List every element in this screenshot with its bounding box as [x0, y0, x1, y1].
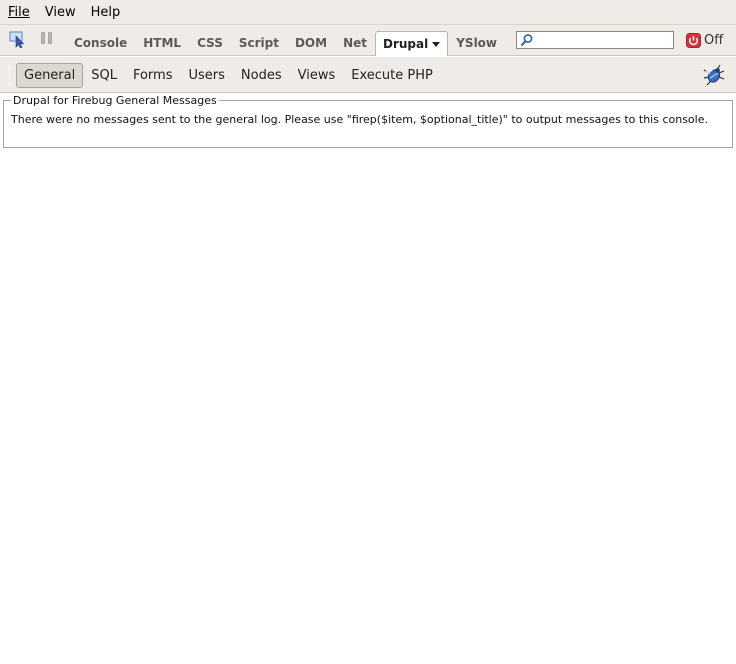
tab-html[interactable]: HTML [135, 31, 189, 56]
tab-script[interactable]: Script [231, 31, 287, 56]
drupal-general-panel: Drupal for Firebug General Messages Ther… [0, 94, 736, 664]
firebug-icon[interactable] [703, 64, 725, 86]
menu-help[interactable]: Help [83, 0, 128, 25]
subtab-forms[interactable]: Forms [125, 63, 181, 88]
general-messages-text: There were no messages sent to the gener… [11, 113, 708, 126]
subtab-users[interactable]: Users [181, 63, 233, 88]
off-button[interactable]: Off [686, 31, 723, 49]
toolbar-separator [9, 65, 10, 85]
general-messages-fieldset: Drupal for Firebug General Messages Ther… [3, 94, 733, 148]
inspect-cursor-icon[interactable] [9, 30, 27, 48]
tab-yslow[interactable]: YSlow [448, 31, 505, 56]
general-messages-legend: Drupal for Firebug General Messages [13, 94, 217, 107]
pause-icon[interactable] [41, 32, 53, 46]
tab-dom[interactable]: DOM [287, 31, 335, 56]
subtab-general[interactable]: General [16, 63, 84, 88]
tab-drupal-label: Drupal [383, 37, 429, 51]
panel-tabs: Console HTML CSS Script DOM Net Drupal Y… [66, 25, 505, 56]
menu-file[interactable]: File [0, 0, 37, 25]
subtab-nodes[interactable]: Nodes [233, 63, 290, 88]
subtab-execute-php[interactable]: Execute PHP [343, 63, 441, 88]
drupal-tabs: General SQL Forms Users Nodes Views Exec… [16, 63, 441, 88]
menubar: File View Help [0, 0, 736, 25]
tab-drupal[interactable]: Drupal [375, 31, 449, 56]
menu-file-label: File [8, 4, 30, 20]
firebug-toolbar: Console HTML CSS Script DOM Net Drupal Y… [0, 25, 736, 56]
off-label: Off [704, 32, 724, 48]
drupal-subtoolbar: General SQL Forms Users Nodes Views Exec… [0, 57, 736, 93]
power-icon [686, 32, 701, 48]
tab-css[interactable]: CSS [189, 31, 231, 56]
search-icon [520, 34, 533, 47]
tab-console[interactable]: Console [66, 31, 135, 56]
menu-view[interactable]: View [37, 0, 83, 25]
subtab-views[interactable]: Views [290, 63, 344, 88]
search-field[interactable] [516, 31, 674, 49]
tab-net[interactable]: Net [335, 31, 375, 56]
subtab-sql[interactable]: SQL [83, 63, 125, 88]
chevron-down-icon [432, 41, 441, 47]
search-input[interactable] [534, 32, 670, 48]
